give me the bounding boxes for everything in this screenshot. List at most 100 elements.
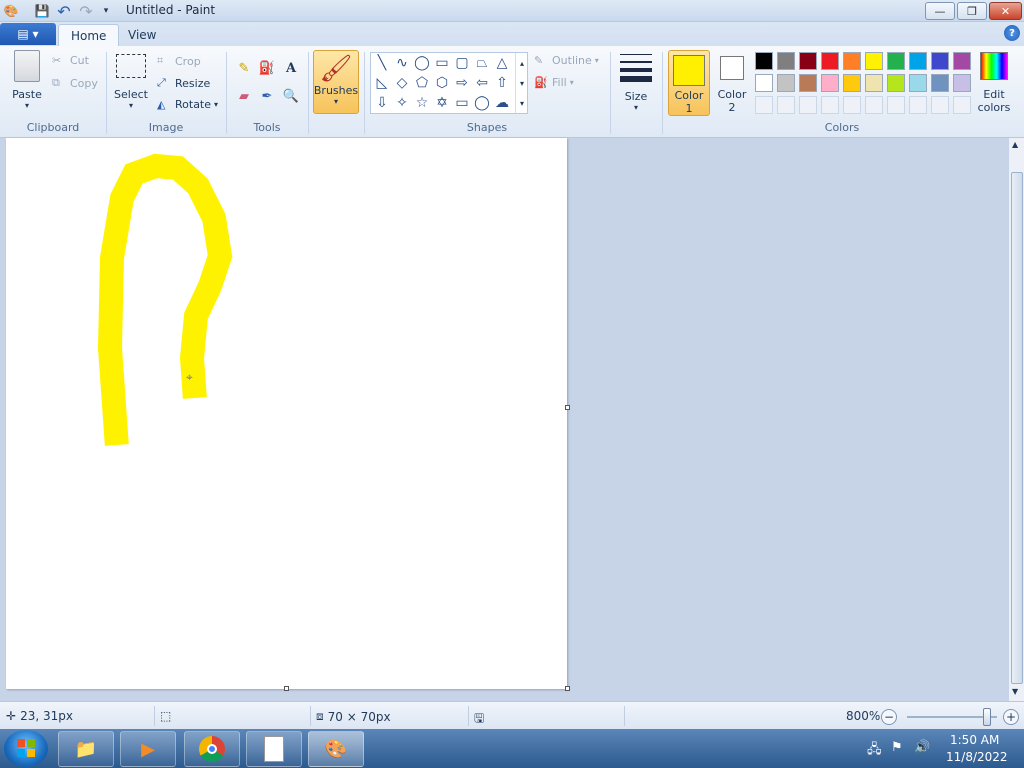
palette-swatch[interactable] [821, 52, 839, 70]
start-button[interactable] [4, 730, 48, 767]
taskbar-chrome[interactable] [184, 731, 240, 767]
fill-bucket-icon[interactable]: ⛽ [257, 58, 277, 78]
volume-icon[interactable]: 🔊 [914, 740, 930, 755]
fill-button[interactable]: ⛽ Fill ▾ [534, 76, 574, 89]
curve-shape-icon[interactable]: ∿ [393, 54, 411, 72]
line-shape-icon[interactable]: ╲ [373, 54, 391, 72]
chevron-down-icon[interactable]: ▾ [520, 79, 524, 88]
zoom-slider-thumb[interactable] [983, 708, 991, 726]
zoom-in-button[interactable]: + [1003, 709, 1019, 725]
palette-swatch[interactable] [777, 74, 795, 92]
taskbar-explorer[interactable]: 📁 [58, 731, 114, 767]
clock-date[interactable]: 11/8/2022 [946, 750, 1008, 764]
custom-color-slot[interactable] [953, 96, 971, 114]
magnifier-icon[interactable]: 🔍 [281, 86, 301, 106]
palette-swatch[interactable] [909, 52, 927, 70]
resize-button[interactable]: ⤢ Resize [157, 76, 210, 90]
customize-qat-icon[interactable]: ▾ [98, 3, 114, 19]
polygon-shape-icon[interactable]: ⏢ [473, 54, 491, 72]
drawing-canvas[interactable]: ⌖ [6, 138, 570, 691]
crop-button[interactable]: ⌗ Crop [157, 54, 201, 68]
tab-view[interactable]: View [116, 24, 168, 46]
hexagon-shape-icon[interactable]: ⬡ [433, 74, 451, 92]
four-point-star-shape-icon[interactable]: ✧ [393, 94, 411, 112]
file-menu-button[interactable]: ▤ ▾ [0, 23, 56, 45]
custom-color-slot[interactable] [821, 96, 839, 114]
action-center-icon[interactable]: ⚑ [891, 740, 903, 755]
right-arrow-shape-icon[interactable]: ⇨ [453, 74, 471, 92]
shapes-scroll[interactable]: ▴ ▾ ▾ [515, 53, 528, 113]
custom-color-slot[interactable] [799, 96, 817, 114]
rotate-button[interactable]: ◭ Rotate ▾ [157, 98, 218, 111]
custom-color-slot[interactable] [843, 96, 861, 114]
palette-swatch[interactable] [821, 74, 839, 92]
vertical-scrollbar[interactable]: ▲ ▼ [1008, 138, 1024, 701]
right-triangle-shape-icon[interactable]: ◺ [373, 74, 391, 92]
undo-icon[interactable]: ↶ [56, 2, 72, 21]
six-point-star-shape-icon[interactable]: ✡ [433, 94, 451, 112]
pencil-icon[interactable]: ✎ [234, 58, 254, 78]
palette-swatch[interactable] [953, 74, 971, 92]
outline-button[interactable]: ✎ Outline ▾ [534, 54, 599, 67]
paint-app-icon[interactable]: 🎨 [3, 3, 19, 19]
palette-swatch[interactable] [865, 74, 883, 92]
down-arrow-shape-icon[interactable]: ⇩ [373, 94, 391, 112]
palette-swatch[interactable] [755, 74, 773, 92]
resize-handle-corner[interactable] [565, 686, 570, 691]
rounded-rectangle-shape-icon[interactable]: ▢ [453, 54, 471, 72]
triangle-shape-icon[interactable]: △ [493, 54, 511, 72]
palette-swatch[interactable] [887, 52, 905, 70]
rectangle-shape-icon[interactable]: ▭ [433, 54, 451, 72]
custom-color-slot[interactable] [887, 96, 905, 114]
palette-swatch[interactable] [931, 74, 949, 92]
palette-swatch[interactable] [953, 52, 971, 70]
brushes-button[interactable]: 🖌 Brushes ▾ [313, 50, 359, 114]
save-icon[interactable]: 💾 [34, 3, 50, 19]
custom-color-slot[interactable] [755, 96, 773, 114]
expand-gallery-icon[interactable]: ▾ [520, 99, 524, 108]
chevron-up-icon[interactable]: ▴ [520, 59, 524, 68]
scrollbar-thumb[interactable] [1011, 172, 1023, 684]
custom-color-slot[interactable] [777, 96, 795, 114]
rounded-callout-shape-icon[interactable]: ▭ [453, 94, 471, 112]
palette-swatch[interactable] [843, 52, 861, 70]
maximize-button[interactable]: ❐ [957, 2, 987, 20]
taskbar-media-player[interactable]: ▶ [120, 731, 176, 767]
custom-color-slot[interactable] [865, 96, 883, 114]
text-tool-icon[interactable]: A [281, 58, 301, 78]
copy-button[interactable]: ⧉ Copy [52, 76, 98, 90]
up-arrow-shape-icon[interactable]: ⇧ [493, 74, 511, 92]
cut-button[interactable]: ✂ Cut [52, 54, 89, 67]
oval-callout-shape-icon[interactable]: ◯ [473, 94, 491, 112]
palette-swatch[interactable] [865, 52, 883, 70]
taskbar-notepad[interactable] [246, 731, 302, 767]
color-picker-icon[interactable]: ✒ [257, 86, 277, 106]
palette-swatch[interactable] [755, 52, 773, 70]
diamond-shape-icon[interactable]: ◇ [393, 74, 411, 92]
resize-handle-bottom[interactable] [284, 686, 289, 691]
taskbar-paint[interactable]: 🎨 [308, 731, 364, 767]
color2-button[interactable]: Color 2 [713, 50, 751, 116]
edit-colors-button[interactable]: Edit colors [975, 52, 1013, 114]
palette-swatch[interactable] [799, 74, 817, 92]
palette-swatch[interactable] [909, 74, 927, 92]
palette-swatch[interactable] [799, 52, 817, 70]
color1-button[interactable]: Color 1 [668, 50, 710, 116]
palette-swatch[interactable] [843, 74, 861, 92]
palette-swatch[interactable] [777, 52, 795, 70]
select-button[interactable]: Select ▾ [112, 54, 150, 110]
scroll-down-arrow-icon[interactable]: ▼ [1012, 687, 1018, 696]
size-button[interactable]: Size ▾ [616, 52, 656, 112]
redo-icon[interactable]: ↷ [78, 2, 94, 21]
scroll-up-arrow-icon[interactable]: ▲ [1012, 140, 1018, 149]
zoom-out-button[interactable]: − [881, 709, 897, 725]
eraser-icon[interactable]: ▰ [234, 86, 254, 106]
left-arrow-shape-icon[interactable]: ⇦ [473, 74, 491, 92]
close-button[interactable]: ✕ [989, 2, 1022, 20]
network-icon[interactable]: 🖧 [867, 740, 882, 762]
minimize-button[interactable]: — [925, 2, 955, 20]
five-point-star-shape-icon[interactable]: ☆ [413, 94, 431, 112]
paste-button[interactable]: Paste ▾ [8, 50, 46, 110]
pentagon-shape-icon[interactable]: ⬠ [413, 74, 431, 92]
custom-color-slot[interactable] [909, 96, 927, 114]
